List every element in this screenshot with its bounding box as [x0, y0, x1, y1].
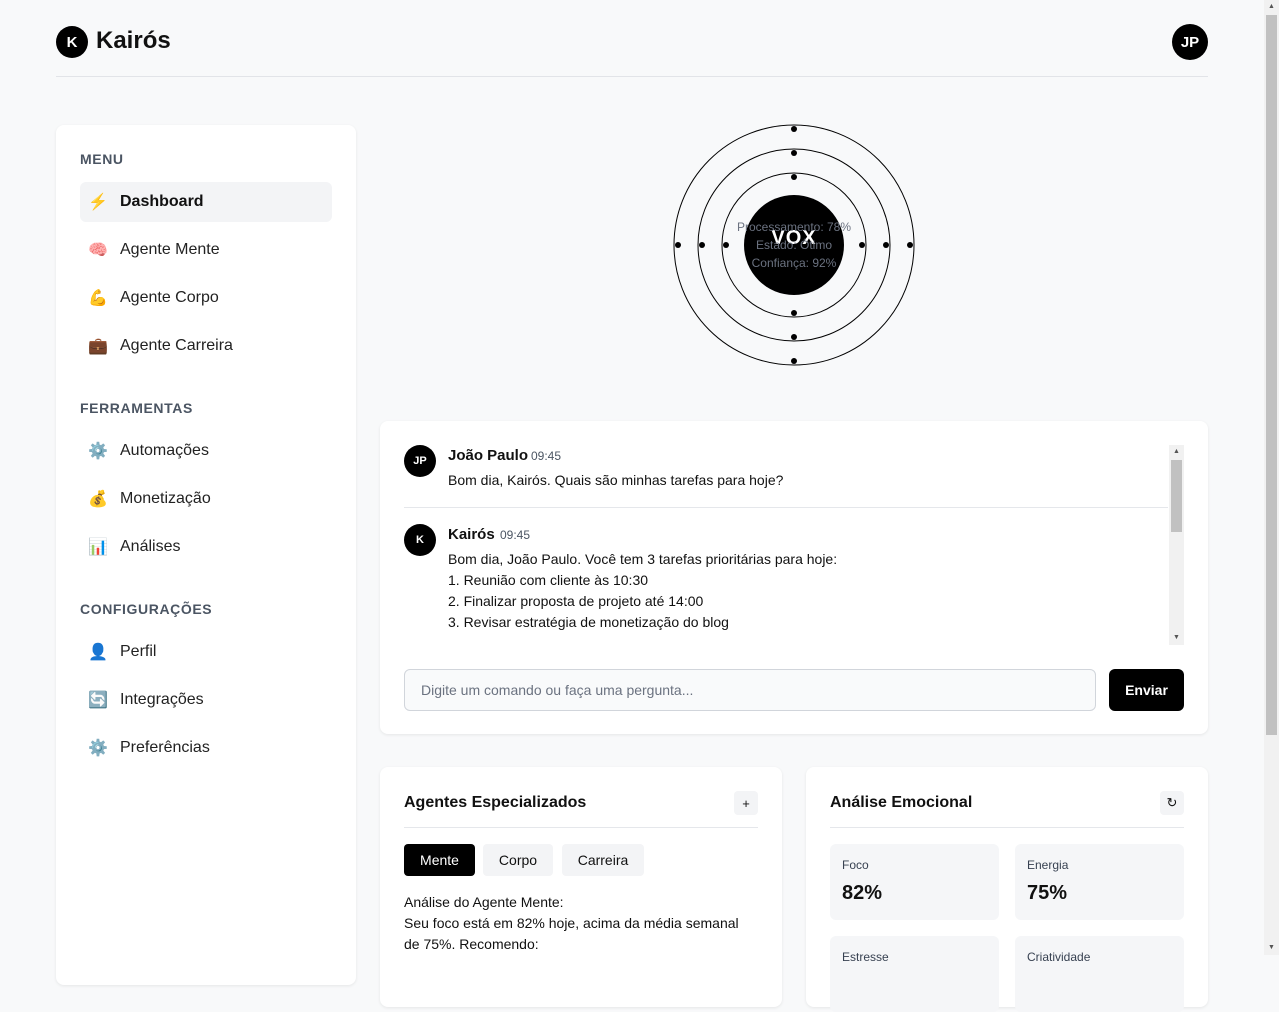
metric-label: Criatividade: [1027, 950, 1091, 964]
scroll-down-icon[interactable]: ▼: [1169, 631, 1184, 645]
message-text: 3. Revisar estratégia de monetização do …: [448, 614, 729, 630]
chat-panel: JP João Paulo 09:45 Bom dia, Kairós. Qua…: [380, 421, 1208, 734]
sidebar-item-automacoes[interactable]: ⚙️ Automações: [80, 431, 332, 471]
message-text: 1. Reunião com cliente às 10:30: [448, 572, 649, 588]
message-divider: [404, 507, 1168, 508]
bar-chart-icon: 📊: [88, 539, 108, 556]
vox-node: [791, 358, 797, 364]
sidebar-item-label: Agente Corpo: [120, 289, 219, 306]
briefcase-icon: 💼: [88, 338, 108, 355]
sync-icon: 🔄: [88, 692, 108, 709]
app-title: Kairós: [96, 27, 171, 54]
message-author: João Paulo: [448, 447, 529, 464]
vox-node: [675, 242, 681, 248]
sidebar-item-preferencias[interactable]: ⚙️ Preferências: [80, 728, 332, 768]
page: K Kairós JP MENU ⚡ Dashboard 🧠 Agente Me…: [0, 0, 1264, 1012]
message-text: Bom dia, João Paulo. Você tem 3 tarefas …: [448, 551, 838, 567]
metric-estresse: Estresse: [830, 936, 999, 1012]
metric-criatividade: Criatividade: [1015, 936, 1184, 1012]
agent-analysis: Análise do Agente Mente: Seu foco está e…: [404, 892, 744, 955]
metric-label: Energia: [1027, 858, 1069, 872]
sidebar-item-label: Integrações: [120, 691, 204, 708]
sidebar-section-ferramentas-title: FERRAMENTAS: [80, 400, 193, 416]
vox-node: [791, 150, 797, 156]
user-icon: 👤: [88, 644, 108, 661]
scroll-down-icon[interactable]: ▼: [1264, 941, 1279, 955]
vox-node: [791, 174, 797, 180]
vox-node: [791, 334, 797, 340]
scroll-thumb[interactable]: [1171, 460, 1182, 532]
message-time: 09:45: [531, 449, 562, 463]
add-agent-button[interactable]: +: [734, 791, 758, 815]
message-scrollbar[interactable]: ▲ ▼: [1169, 445, 1184, 645]
sidebar-item-label: Agente Carreira: [120, 337, 233, 354]
page-scrollbar[interactable]: ▲ ▼: [1264, 0, 1279, 955]
sidebar-item-analises[interactable]: 📊 Análises: [80, 527, 332, 567]
metric-foco: Foco 82%: [830, 844, 999, 920]
brain-icon: 🧠: [88, 242, 108, 259]
metric-label: Estresse: [842, 950, 889, 964]
sidebar: MENU ⚡ Dashboard 🧠 Agente Mente 💪 Agente…: [56, 125, 356, 985]
sidebar-item-integracoes[interactable]: 🔄 Integrações: [80, 680, 332, 720]
muscle-icon: 💪: [88, 290, 108, 307]
card-divider: [404, 827, 758, 828]
refresh-icon[interactable]: ↻: [1160, 791, 1184, 815]
message-text: Bom dia, Kairós. Quais são minhas tarefa…: [448, 472, 784, 488]
scroll-thumb[interactable]: [1266, 15, 1277, 735]
tab-corpo[interactable]: Corpo: [483, 844, 553, 876]
vox-node: [791, 310, 797, 316]
scroll-up-icon[interactable]: ▲: [1264, 0, 1279, 14]
sidebar-item-label: Agente Mente: [120, 241, 220, 258]
sidebar-item-label: Monetização: [120, 490, 211, 507]
vox-visualizer[interactable]: VOX Processamento: 78% Estado: Ótimo Con…: [672, 123, 916, 367]
sidebar-item-label: Automações: [120, 442, 209, 459]
vox-node: [791, 126, 797, 132]
agent-analysis-body: Seu foco está em 82% hoje, acima da médi…: [404, 915, 739, 952]
message-list[interactable]: JP João Paulo 09:45 Bom dia, Kairós. Qua…: [404, 445, 1184, 645]
sidebar-section-menu-title: MENU: [80, 151, 124, 167]
agents-title: Agentes Especializados: [404, 794, 587, 811]
sidebar-item-label: Análises: [120, 538, 181, 555]
emotional-card: Análise Emocional ↻ Foco 82% Energia 75%…: [806, 767, 1208, 1012]
gear-icon: ⚙️: [88, 443, 108, 460]
card-divider: [830, 827, 1184, 828]
tab-mente[interactable]: Mente: [404, 844, 475, 876]
metric-label: Foco: [842, 858, 869, 872]
sidebar-section-configuracoes-title: CONFIGURAÇÕES: [80, 601, 213, 617]
sidebar-item-perfil[interactable]: 👤 Perfil: [80, 632, 332, 672]
gear-icon: ⚙️: [88, 740, 108, 757]
vox-confidence: Confiança: 92%: [751, 256, 837, 270]
message-avatar: JP: [404, 445, 436, 477]
message-time: 09:45: [500, 528, 531, 542]
header: K Kairós JP: [56, 0, 1208, 77]
lightning-icon: ⚡: [88, 194, 108, 211]
sidebar-item-label: Preferências: [120, 739, 210, 756]
vox-processing: Processamento: 78%: [736, 220, 852, 234]
metric-value: 82%: [842, 882, 883, 904]
send-button[interactable]: Enviar: [1109, 669, 1184, 711]
metric-value: 75%: [1027, 882, 1068, 904]
agents-card: Agentes Especializados + Mente Corpo Car…: [380, 767, 782, 1007]
vox-node: [907, 242, 913, 248]
agent-analysis-heading: Análise do Agente Mente:: [404, 894, 564, 910]
sidebar-item-agente-mente[interactable]: 🧠 Agente Mente: [80, 230, 332, 270]
scroll-up-icon[interactable]: ▲: [1169, 445, 1184, 459]
metric-energia: Energia 75%: [1015, 844, 1184, 920]
logo-mark: K: [56, 26, 88, 58]
sidebar-item-agente-carreira[interactable]: 💼 Agente Carreira: [80, 326, 332, 366]
message-text: 2. Finalizar proposta de projeto até 14:…: [448, 593, 704, 609]
money-bag-icon: 💰: [88, 491, 108, 508]
message-avatar: K: [404, 524, 436, 556]
vox-state: Estado: Ótimo: [755, 238, 833, 252]
user-avatar[interactable]: JP: [1172, 24, 1208, 60]
chat-input[interactable]: [404, 669, 1096, 711]
tab-carreira[interactable]: Carreira: [562, 844, 644, 876]
sidebar-item-label: Perfil: [120, 643, 157, 660]
emotional-title: Análise Emocional: [830, 794, 973, 811]
sidebar-item-dashboard[interactable]: ⚡ Dashboard: [80, 182, 332, 222]
sidebar-item-monetizacao[interactable]: 💰 Monetização: [80, 479, 332, 519]
sidebar-item-agente-corpo[interactable]: 💪 Agente Corpo: [80, 278, 332, 318]
sidebar-item-label: Dashboard: [120, 193, 204, 210]
message-author: Kairós: [448, 526, 495, 543]
